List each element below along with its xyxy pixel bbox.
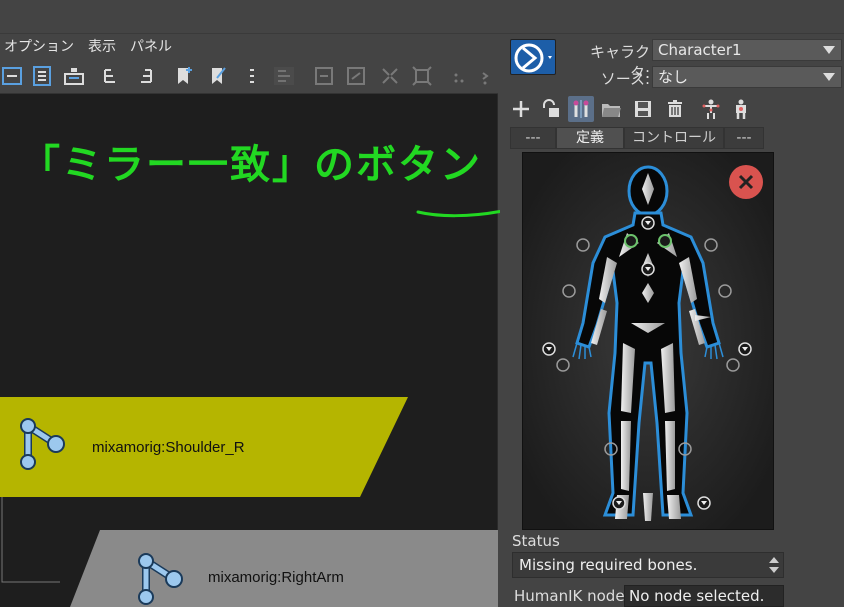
- source-dropdown[interactable]: なし: [652, 66, 842, 88]
- joint-icon: [20, 418, 65, 470]
- close-icon[interactable]: [729, 165, 763, 199]
- trash-icon[interactable]: [662, 96, 688, 122]
- output-connections-icon[interactable]: [132, 64, 156, 88]
- tab-definition[interactable]: 定義: [556, 127, 624, 149]
- frame-all-icon[interactable]: [0, 64, 24, 88]
- humanik-node-label: HumanIK node: [514, 587, 625, 605]
- chevron-down-icon: [817, 40, 841, 60]
- chevron-down-icon: [817, 67, 841, 87]
- node-shoulder-r[interactable]: mixamorig:Shoulder_R: [0, 397, 410, 497]
- status-field: Missing required bones.: [512, 552, 784, 578]
- skeleton-icon[interactable]: [698, 96, 724, 122]
- menu-view[interactable]: 表示: [88, 36, 116, 56]
- humanik-logo-icon: [514, 43, 552, 73]
- export-graph-icon[interactable]: [344, 64, 368, 88]
- top-strip: [0, 0, 844, 34]
- tab-right[interactable]: ---: [724, 127, 764, 149]
- open-folder-icon[interactable]: [598, 96, 624, 122]
- menu-bar: オプション 表示 パネル: [0, 34, 498, 58]
- node-label: mixamorig:Shoulder_R: [92, 439, 245, 456]
- node-right-arm[interactable]: mixamorig:RightArm: [70, 530, 498, 607]
- status-value: Missing required bones.: [519, 556, 698, 574]
- human-figure: [523, 153, 773, 529]
- add-bookmark-icon[interactable]: [172, 64, 196, 88]
- humanik-panel: キャラクタ: Character1 ソース: なし --- 定義 コントロール …: [500, 34, 844, 607]
- edit-bookmark-icon[interactable]: [206, 64, 230, 88]
- create-icon[interactable]: [508, 96, 534, 122]
- save-icon[interactable]: [630, 96, 656, 122]
- graph-layout-icon[interactable]: [62, 64, 86, 88]
- connection-line: [1, 497, 60, 583]
- shrink-nodes-icon[interactable]: [378, 64, 402, 88]
- import-graph-icon[interactable]: [312, 64, 336, 88]
- joint-icon: [138, 553, 183, 605]
- input-connections-icon[interactable]: [100, 64, 124, 88]
- character-value: Character1: [658, 41, 742, 59]
- spinner-arrows-icon[interactable]: [769, 555, 779, 582]
- character-definition-viewport[interactable]: [522, 152, 774, 530]
- tab-controls[interactable]: コントロール: [624, 127, 724, 149]
- tab-left[interactable]: ---: [510, 127, 556, 149]
- status-label: Status: [512, 532, 560, 550]
- menu-panels[interactable]: パネル: [130, 36, 172, 56]
- humanik-menu-button[interactable]: [510, 39, 556, 75]
- source-label: ソース:: [600, 70, 650, 88]
- menu-options[interactable]: オプション: [4, 36, 74, 56]
- attribute-list-icon[interactable]: [240, 64, 264, 88]
- mirror-match-icon[interactable]: [568, 96, 594, 122]
- collapse-icon[interactable]: [272, 64, 296, 88]
- humanik-node-field: No node selected.: [624, 585, 784, 607]
- source-value: なし: [658, 68, 689, 86]
- character-icon[interactable]: [728, 96, 754, 122]
- character-dropdown[interactable]: Character1: [652, 39, 842, 61]
- lock-icon[interactable]: [538, 96, 564, 122]
- node-label: mixamorig:RightArm: [208, 569, 344, 586]
- list-view-icon[interactable]: [30, 64, 54, 88]
- humanik-tabs: --- 定義 コントロール ---: [510, 127, 786, 149]
